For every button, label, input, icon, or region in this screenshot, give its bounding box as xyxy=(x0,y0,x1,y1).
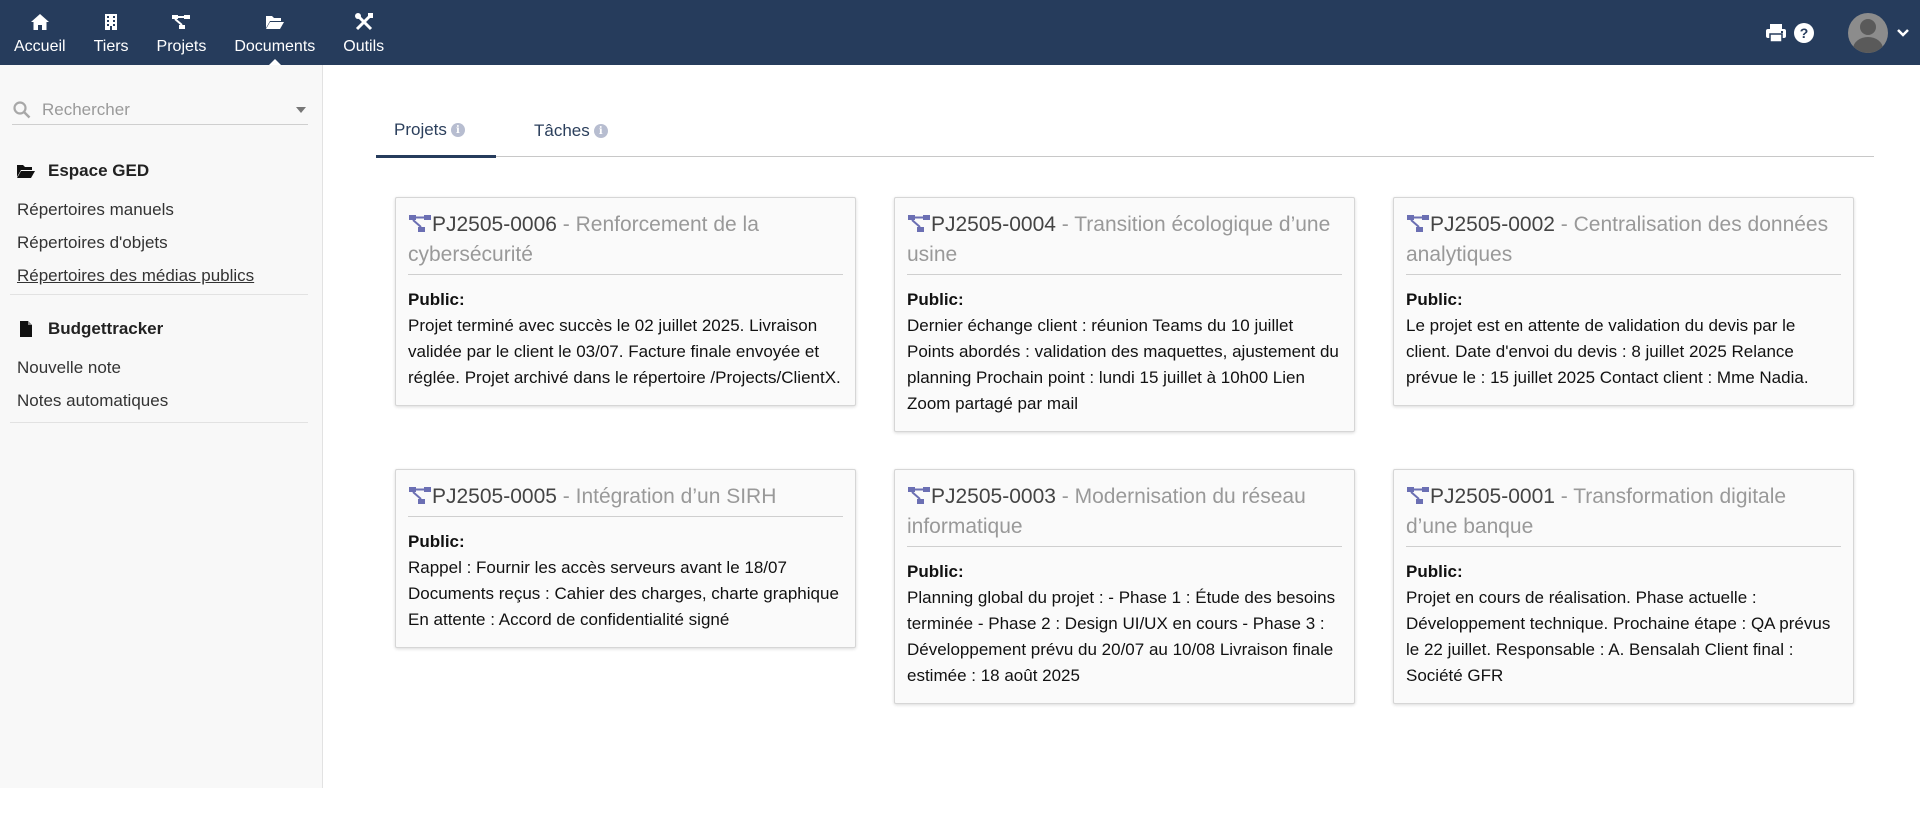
print-icon[interactable] xyxy=(1762,19,1790,47)
separator: - xyxy=(1055,213,1075,236)
public-note: Rappel : Fournir les accès serveurs avan… xyxy=(408,558,839,629)
separator: - xyxy=(556,213,576,236)
building-icon xyxy=(104,12,118,32)
project-card[interactable]: PJ2505-0006 - Renforcement de la cybersé… xyxy=(395,197,856,406)
project-card[interactable]: PJ2505-0005 - Intégration d’un SIRH Publ… xyxy=(395,469,856,648)
project-card[interactable]: PJ2505-0004 - Transition écologique d’un… xyxy=(894,197,1355,432)
project-card[interactable]: PJ2505-0002 - Centralisation des données… xyxy=(1393,197,1854,406)
folder-open-icon xyxy=(265,12,285,32)
sidebar-section-budgettracker: Budgettracker Nouvelle note Notes automa… xyxy=(10,317,308,423)
content-tabs: Projets i Tâches i xyxy=(376,105,1874,158)
sidebar-section-title[interactable]: Espace GED xyxy=(10,159,308,183)
info-icon: i xyxy=(450,123,465,137)
project-card-header[interactable]: PJ2505-0004 - Transition écologique d’un… xyxy=(907,210,1342,275)
menu-item-documents[interactable]: Documents xyxy=(220,0,329,65)
project-icon xyxy=(1406,484,1430,506)
project-card-body: Public: Projet en cours de réalisation. … xyxy=(1394,547,1853,703)
project-card-header[interactable]: PJ2505-0006 - Renforcement de la cybersé… xyxy=(408,210,843,275)
project-title: Intégration d’un SIRH xyxy=(575,485,777,508)
tools-icon xyxy=(354,12,374,32)
public-label: Public: xyxy=(907,562,964,581)
public-label: Public: xyxy=(1406,290,1463,309)
public-note: Projet terminé avec succès le 02 juillet… xyxy=(408,316,841,387)
project-ref[interactable]: PJ2505-0001 xyxy=(1430,485,1555,508)
menu-item-outils[interactable]: Outils xyxy=(329,0,398,65)
chevron-down-icon[interactable] xyxy=(294,103,308,117)
project-icon xyxy=(408,212,432,234)
sidebar-search[interactable]: Rechercher xyxy=(12,95,308,125)
sidebar-link-repertoires-objets[interactable]: Répertoires d'objets xyxy=(10,226,308,259)
project-card-body: Public: Le projet est en attente de vali… xyxy=(1394,275,1853,405)
project-card[interactable]: PJ2505-0003 - Modernisation du réseau in… xyxy=(894,469,1355,704)
public-note: Planning global du projet : - Phase 1 : … xyxy=(907,588,1336,685)
tab-taches[interactable]: Tâches i xyxy=(518,105,628,157)
project-card-header[interactable]: PJ2505-0005 - Intégration d’un SIRH xyxy=(408,482,843,517)
project-icon xyxy=(171,12,191,32)
public-label: Public: xyxy=(1406,562,1463,581)
project-icon xyxy=(907,212,931,234)
project-ref[interactable]: PJ2505-0002 xyxy=(1430,213,1555,236)
project-icon xyxy=(907,484,931,506)
public-label: Public: xyxy=(408,290,465,309)
tab-projets[interactable]: Projets i xyxy=(376,105,496,158)
project-card[interactable]: PJ2505-0001 - Transformation digitale d’… xyxy=(1393,469,1854,704)
sidebar-link-repertoires-medias-publics[interactable]: Répertoires des médias publics xyxy=(10,259,308,292)
project-ref[interactable]: PJ2505-0004 xyxy=(931,213,1056,236)
avatar[interactable] xyxy=(1848,12,1888,53)
sidebar-section-label: Espace GED xyxy=(48,161,150,180)
project-ref[interactable]: PJ2505-0006 xyxy=(432,213,557,236)
project-card-header[interactable]: PJ2505-0001 - Transformation digitale d’… xyxy=(1406,482,1841,547)
sidebar-link-notes-automatiques[interactable]: Notes automatiques xyxy=(10,384,308,417)
left-sidebar: Rechercher Espace GED Répertoires manuel… xyxy=(0,65,323,788)
tab-label: Projets xyxy=(394,120,447,139)
folder-open-icon xyxy=(16,161,36,181)
project-ref[interactable]: PJ2505-0003 xyxy=(931,485,1056,508)
sidebar-section-espace-ged: Espace GED Répertoires manuels Répertoir… xyxy=(10,159,308,295)
main-menu: Accueil Tiers Projets Documents Outils xyxy=(0,0,398,65)
tab-label: Tâches xyxy=(534,121,590,140)
project-card-body: Public: Projet terminé avec succès le 02… xyxy=(396,275,855,405)
separator: - xyxy=(1055,485,1075,508)
project-card-body: Public: Rappel : Fournir les accès serve… xyxy=(396,517,855,647)
project-icon xyxy=(408,484,432,506)
file-icon xyxy=(16,319,36,339)
menu-label: Projets xyxy=(156,38,207,55)
project-card-body: Public: Planning global du projet : - Ph… xyxy=(895,547,1354,703)
search-input[interactable]: Rechercher xyxy=(42,100,294,120)
public-note: Projet en cours de réalisation. Phase ac… xyxy=(1406,588,1831,685)
project-card-header[interactable]: PJ2505-0003 - Modernisation du réseau in… xyxy=(907,482,1342,547)
top-right-toolbar: ? xyxy=(1762,0,1910,65)
top-navigation-bar: Accueil Tiers Projets Documents Outils ? xyxy=(0,0,1920,65)
menu-label: Documents xyxy=(234,38,316,55)
public-label: Public: xyxy=(408,532,465,551)
menu-item-projets[interactable]: Projets xyxy=(143,0,221,65)
menu-label: Tiers xyxy=(93,38,129,55)
separator: - xyxy=(1554,213,1574,236)
project-icon xyxy=(1406,212,1430,234)
public-label: Public: xyxy=(907,290,964,309)
search-icon xyxy=(12,100,32,120)
menu-label: Accueil xyxy=(14,38,66,55)
menu-item-tiers[interactable]: Tiers xyxy=(80,0,143,65)
menu-label: Outils xyxy=(343,38,385,55)
sidebar-link-nouvelle-note[interactable]: Nouvelle note xyxy=(10,351,308,384)
svg-text:?: ? xyxy=(1800,25,1809,41)
chevron-down-icon[interactable] xyxy=(1896,26,1910,40)
project-ref[interactable]: PJ2505-0005 xyxy=(432,485,557,508)
sidebar-section-label: Budgettracker xyxy=(48,319,164,338)
separator: - xyxy=(556,485,576,508)
menu-item-accueil[interactable]: Accueil xyxy=(0,0,80,65)
project-card-header[interactable]: PJ2505-0002 - Centralisation des données… xyxy=(1406,210,1841,275)
public-note: Le projet est en attente de validation d… xyxy=(1406,316,1809,387)
home-icon xyxy=(30,12,50,32)
sidebar-link-repertoires-manuels[interactable]: Répertoires manuels xyxy=(10,193,308,226)
sidebar-section-title[interactable]: Budgettracker xyxy=(10,317,308,341)
project-card-body: Public: Dernier échange client : réunion… xyxy=(895,275,1354,431)
help-icon[interactable]: ? xyxy=(1790,19,1818,47)
info-icon: i xyxy=(593,124,608,138)
separator: - xyxy=(1554,485,1574,508)
public-note: Dernier échange client : réunion Teams d… xyxy=(907,316,1339,413)
